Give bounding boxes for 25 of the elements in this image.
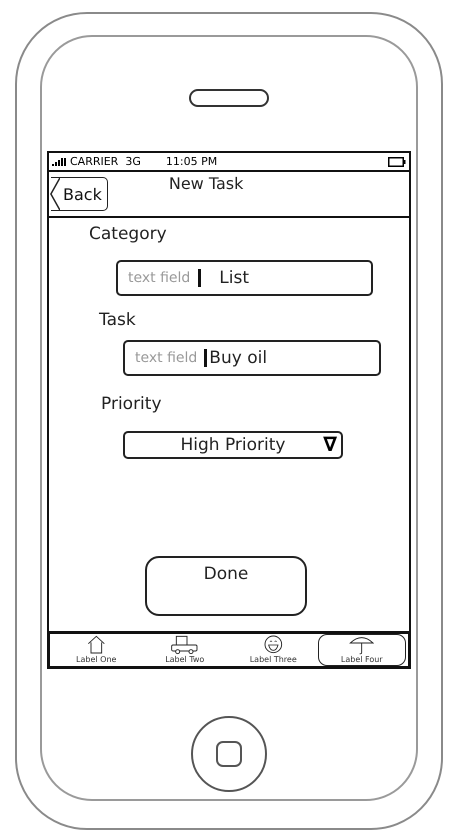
field-label: Category [89,224,168,244]
back-arrow-icon [50,177,60,211]
tab-item[interactable]: Label Four [318,634,406,666]
done-button[interactable]: Done [145,556,307,616]
screen-title: New Task [168,174,244,193]
umbrella-icon [349,635,374,655]
carrier-name: CARRIER [70,155,118,168]
tab-item[interactable]: Label One [52,634,140,666]
battery-icon [388,156,406,166]
text-field[interactable]: text field Buy oil [123,340,381,376]
network-type: 3G [125,155,141,168]
smiley-icon [264,635,283,655]
back-button[interactable]: Back [51,177,108,211]
status-time: 11:05 PM [166,155,218,168]
field-label: Priority [101,394,163,414]
dropdown-arrow-icon: ∇ [323,433,337,455]
field-label: Task [99,310,137,330]
text-field[interactable]: text field List [116,260,373,296]
signal-icon [52,158,66,166]
home-button[interactable] [191,716,267,792]
priority-dropdown[interactable]: High Priority ∇ [123,431,343,459]
tab-item[interactable]: Label Two [140,634,229,666]
car-icon [171,635,198,655]
house-icon [86,635,106,655]
tab-item[interactable]: Label Three [229,634,318,666]
